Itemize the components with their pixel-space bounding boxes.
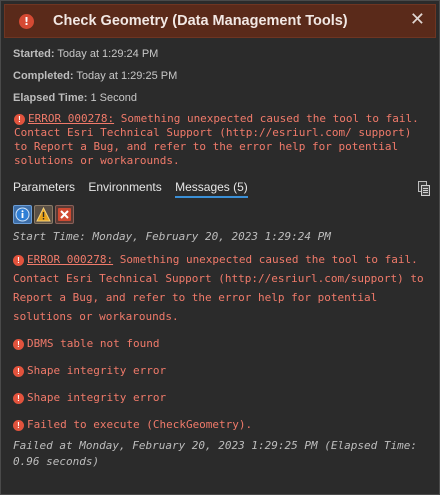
error-status-icon [19, 14, 34, 29]
tab-parameters[interactable]: Parameters [13, 180, 75, 196]
started-label: Started: [13, 48, 55, 60]
message-filter-bar [13, 205, 76, 228]
info-icon [15, 207, 30, 222]
message-item: ! Shape integrity error [13, 388, 427, 407]
error-x-icon [58, 208, 71, 221]
error-icon: ! [13, 393, 24, 404]
tab-environments[interactable]: Environments [88, 180, 161, 196]
info-filter-button[interactable] [13, 205, 32, 224]
message-item: ! Shape integrity error [13, 361, 427, 380]
error-icon: ! [13, 366, 24, 377]
error-code-link[interactable]: ERROR 000278: [28, 112, 114, 125]
tab-messages[interactable]: Messages (5) [175, 180, 248, 198]
completed-value: Today at 1:29:25 PM [76, 70, 178, 82]
error-icon: ! [14, 114, 25, 125]
error-icon: ! [13, 420, 24, 431]
copy-icon[interactable] [418, 181, 430, 196]
elapsed-row: Elapsed Time: 1 Second [13, 92, 137, 104]
completed-label: Completed: [13, 70, 74, 82]
warning-icon [36, 207, 51, 222]
start-time-message: Start Time: Monday, February 20, 2023 1:… [13, 230, 331, 243]
title-bar: Check Geometry (Data Management Tools) ✕ [4, 4, 436, 38]
error-000278-message: ! ERROR 000278: Something unexpected caus… [13, 250, 427, 326]
elapsed-label: Elapsed Time: [13, 92, 88, 104]
failed-at-message: Failed at Monday, February 20, 2023 1:29… [13, 439, 417, 468]
close-icon[interactable]: ✕ [410, 9, 425, 30]
geoprocessing-details-window: Check Geometry (Data Management Tools) ✕… [0, 0, 440, 495]
error-filter-button[interactable] [55, 205, 74, 224]
message-text: Shape integrity error [27, 364, 167, 377]
error-code-link[interactable]: ERROR 000278: [27, 253, 113, 266]
message-item: ! Failed to execute (CheckGeometry). [13, 415, 427, 434]
window-title: Check Geometry (Data Management Tools) [53, 13, 348, 29]
tab-bar: Parameters Environments Messages (5) [13, 180, 258, 198]
message-text: Failed to execute (CheckGeometry). [27, 418, 253, 431]
completed-row: Completed: Today at 1:29:25 PM [13, 70, 177, 82]
started-value: Today at 1:29:24 PM [57, 48, 159, 60]
message-text: DBMS table not found [27, 337, 160, 350]
message-text: Shape integrity error [27, 391, 167, 404]
error-icon: ! [13, 255, 24, 266]
message-item: ! DBMS table not found [13, 334, 427, 353]
error-icon: ! [13, 339, 24, 350]
started-row: Started: Today at 1:29:24 PM [13, 48, 158, 60]
warning-filter-button[interactable] [34, 205, 53, 224]
summary-error-message: ! ERROR 000278: Something unexpected caus… [14, 112, 419, 168]
elapsed-value: 1 Second [90, 92, 137, 104]
